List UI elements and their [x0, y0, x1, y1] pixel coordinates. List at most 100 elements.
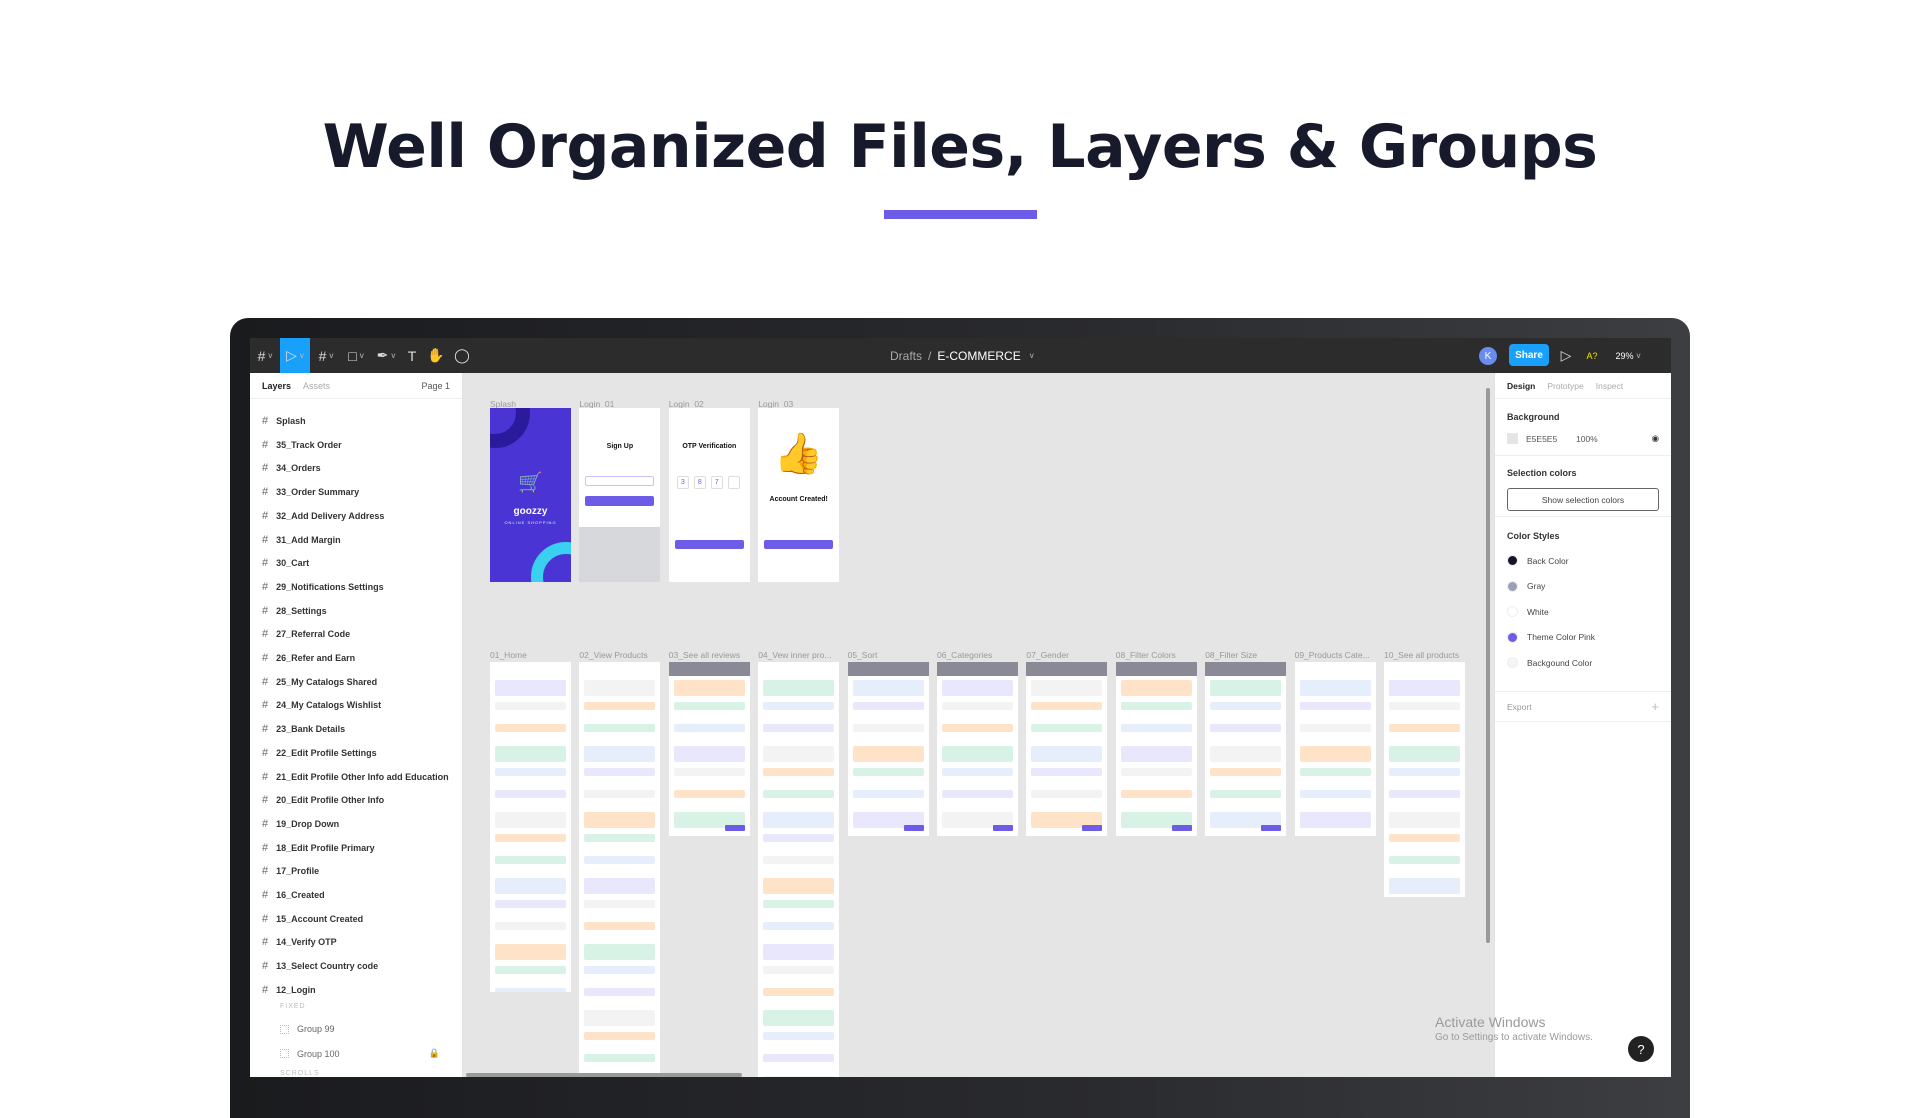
figma-menu-icon[interactable]: # v — [250, 338, 280, 373]
color-style-item[interactable]: Back Color — [1507, 548, 1659, 574]
content-block — [495, 966, 566, 974]
lock-icon[interactable]: 🔒 — [429, 1048, 440, 1059]
tab-prototype[interactable]: Prototype — [1547, 381, 1583, 391]
layer-item[interactable]: #15_Account Created — [262, 913, 363, 925]
share-button[interactable]: Share — [1509, 344, 1549, 366]
frame-screen[interactable] — [1026, 662, 1108, 836]
layer-item[interactable]: #22_Edit Profile Settings — [262, 747, 377, 759]
color-style-item[interactable]: Theme Color Pink — [1507, 625, 1659, 651]
tab-design[interactable]: Design — [1507, 381, 1535, 391]
layer-item[interactable]: #31_Add Margin — [262, 534, 341, 546]
layer-item[interactable]: #35_Track Order — [262, 439, 342, 451]
layer-item[interactable]: #28_Settings — [262, 605, 327, 617]
layer-item[interactable]: #20_Edit Profile Other Info — [262, 794, 384, 806]
frame-label[interactable]: 01_Home — [490, 650, 572, 660]
accessibility-button[interactable]: A? — [1580, 338, 1604, 373]
frame-label[interactable]: 03_See all reviews — [669, 650, 751, 660]
frame-screen[interactable] — [1205, 662, 1287, 836]
layer-item[interactable]: #12_Login — [262, 984, 316, 996]
frame-label[interactable]: 07_Gender — [1026, 650, 1108, 660]
content-block — [1389, 878, 1460, 894]
frame-screen[interactable] — [1115, 662, 1197, 836]
vertical-scrollbar[interactable] — [1486, 388, 1490, 943]
background-opacity[interactable]: 100% — [1576, 434, 1598, 444]
content-block — [1031, 768, 1103, 776]
layer-group-99[interactable]: Group 99 — [280, 1024, 335, 1034]
help-button[interactable]: ? — [1628, 1036, 1654, 1062]
horizontal-scrollbar[interactable] — [466, 1073, 742, 1077]
content-block — [673, 768, 745, 776]
layer-item[interactable]: #13_Select Country code — [262, 960, 378, 972]
add-export-icon[interactable]: + — [1651, 699, 1659, 714]
frame-screen[interactable] — [668, 662, 750, 836]
zoom-dropdown[interactable]: 29% v — [1608, 338, 1648, 373]
layer-item[interactable]: #24_My Catalogs Wishlist — [262, 699, 381, 711]
frame-label[interactable]: 10_See all products — [1384, 650, 1466, 660]
layer-item[interactable]: #34_Orders — [262, 462, 321, 474]
layer-item[interactable]: #23_Bank Details — [262, 723, 345, 735]
layer-item[interactable]: #14_Verify OTP — [262, 936, 337, 948]
frame-label[interactable]: 05_Sort — [848, 650, 930, 660]
frame-screen[interactable] — [847, 662, 929, 836]
frame-login_02[interactable]: OTP Verification 3 8 7 — [668, 408, 750, 582]
present-play-icon[interactable]: ▷ — [1556, 338, 1576, 373]
page-selector[interactable]: Page 1 — [421, 381, 450, 391]
layer-group-100[interactable]: Group 100 🔒 — [280, 1048, 440, 1059]
frame-label[interactable]: 08_Filter Size — [1205, 650, 1287, 660]
frame-screen[interactable] — [579, 662, 661, 1077]
file-name[interactable]: E-COMMERCE — [937, 349, 1020, 363]
shape-tool-icon[interactable]: □ v — [342, 338, 370, 373]
layer-item[interactable]: #16_Created — [262, 889, 325, 901]
breadcrumb-drafts[interactable]: Drafts — [890, 349, 922, 363]
layer-item[interactable]: #21_Edit Profile Other Info add Educatio… — [262, 771, 449, 783]
comment-tool-icon[interactable]: ◯ — [450, 338, 474, 373]
background-hex[interactable]: E5E5E5 — [1526, 434, 1576, 444]
frame-label[interactable]: 06_Categories — [937, 650, 1019, 660]
frame-tool-icon[interactable]: # v — [312, 338, 340, 373]
frame-splash[interactable]: 🛒 goozzy ONLINE SHOPPING — [490, 408, 571, 582]
content-block — [852, 768, 924, 776]
frame-label[interactable]: 09_Products Cate... — [1295, 650, 1377, 660]
content-block — [673, 790, 745, 798]
frame-screen[interactable] — [1294, 662, 1376, 836]
layer-item[interactable]: #32_Add Delivery Address — [262, 510, 384, 522]
content-block — [942, 680, 1013, 696]
content-block — [763, 1054, 835, 1062]
chevron-down-icon[interactable]: v — [1030, 351, 1034, 360]
hand-tool-icon[interactable]: ✋ — [424, 338, 448, 373]
layer-item[interactable]: #30_Cart — [262, 557, 309, 569]
color-style-item[interactable]: Gray — [1507, 574, 1659, 600]
frame-screen[interactable] — [758, 662, 840, 1077]
layer-label: 21_Edit Profile Other Info add Education — [276, 771, 449, 782]
avatar[interactable]: K — [1479, 347, 1497, 365]
tab-layers[interactable]: Layers — [262, 381, 291, 391]
background-swatch[interactable] — [1507, 433, 1518, 444]
layer-item[interactable]: #25_My Catalogs Shared — [262, 676, 377, 688]
layer-item[interactable]: # Splash — [262, 415, 306, 427]
frame-screen[interactable] — [490, 662, 571, 992]
layer-item[interactable]: #27_Referral Code — [262, 628, 350, 640]
pen-tool-icon[interactable]: ✒ v — [372, 338, 400, 373]
layer-item[interactable]: #19_Drop Down — [262, 818, 339, 830]
move-tool-icon[interactable]: ▷ v — [280, 338, 310, 373]
tab-inspect[interactable]: Inspect — [1596, 381, 1623, 391]
frame-label[interactable]: 02_View Products — [579, 650, 661, 660]
tab-assets[interactable]: Assets — [303, 381, 330, 391]
show-selection-colors-button[interactable]: Show selection colors — [1507, 488, 1659, 511]
frame-label[interactable]: 08_Filter Colors — [1116, 650, 1198, 660]
layer-item[interactable]: #17_Profile — [262, 865, 319, 877]
eye-icon[interactable]: ◉ — [1652, 433, 1659, 444]
frame-login_03[interactable]: Account Created! 👍 — [758, 408, 840, 582]
color-style-item[interactable]: White — [1507, 599, 1659, 625]
frame-screen[interactable] — [1384, 662, 1465, 897]
layer-item[interactable]: #26_Refer and Earn — [262, 652, 355, 664]
content-block — [584, 922, 656, 930]
color-style-item[interactable]: Backgound Color — [1507, 650, 1659, 676]
frame-login_01[interactable]: Sign Up — [579, 408, 661, 582]
layer-item[interactable]: #29_Notifications Settings — [262, 581, 384, 593]
frame-label[interactable]: 04_Vew inner pro... — [758, 650, 840, 660]
text-tool-icon[interactable]: T — [402, 338, 422, 373]
layer-item[interactable]: #33_Order Summary — [262, 486, 359, 498]
frame-screen[interactable] — [937, 662, 1018, 836]
layer-item[interactable]: #18_Edit Profile Primary — [262, 842, 375, 854]
